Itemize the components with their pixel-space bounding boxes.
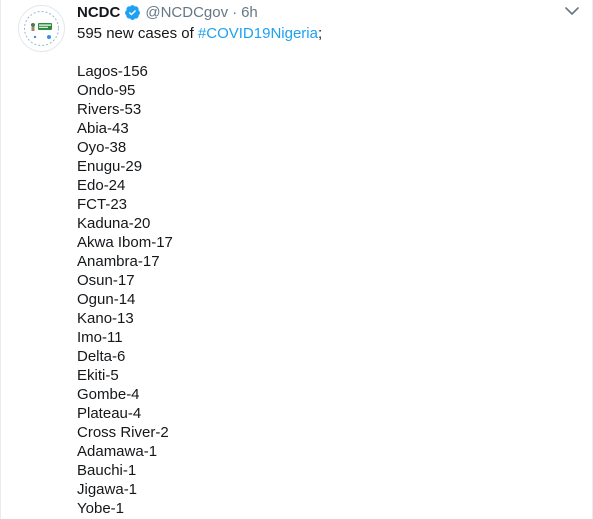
list-item: Abia-43 (77, 120, 129, 137)
list-item: Adamawa-1 (77, 443, 158, 460)
list-item: Imo-11 (77, 329, 123, 346)
list-item: Ondo-95 (77, 82, 136, 99)
list-item: Osun-17 (77, 272, 135, 289)
author-handle[interactable]: @NCDCgov (145, 4, 228, 21)
list-item: FCT-23 (77, 196, 128, 213)
ncdc-logo-icon (20, 7, 63, 50)
list-item: Bauchi-1 (77, 462, 137, 479)
chevron-down-icon[interactable] (564, 5, 580, 17)
tweet-intro: 595 new cases of #COVID19Nigeria; (77, 24, 322, 43)
list-item: Jigawa-1 (77, 481, 138, 498)
list-item: Akwa Ibom-17 (77, 234, 173, 251)
avatar[interactable] (18, 5, 65, 52)
hashtag-link[interactable]: #COVID19Nigeria (198, 25, 318, 42)
verified-badge-icon (125, 4, 141, 20)
list-item: Anambra-17 (77, 253, 160, 270)
tweet-text: 595 new cases of #COVID19Nigeria; Lagos-… (77, 24, 322, 518)
list-item: Cross River-2 (77, 424, 169, 441)
tweet-card[interactable]: NCDC @NCDCgov · 6h 595 new cases of #COV… (0, 0, 593, 519)
list-item: Delta-6 (77, 348, 126, 365)
list-item: Lagos-156 (77, 63, 148, 80)
case-list: Lagos-156 Ondo-95 Rivers-53 Abia-43 Oyo-38 En… (77, 62, 322, 518)
list-item: Gombe-4 (77, 386, 140, 403)
list-item: Kaduna-20 (77, 215, 151, 232)
list-item: Rivers-53 (77, 101, 142, 118)
intro-suffix: ; (317, 25, 323, 42)
display-name[interactable]: NCDC (77, 4, 120, 21)
list-item: Ogun-14 (77, 291, 136, 308)
list-item: Oyo-38 (77, 139, 127, 156)
list-item: Yobe-1 (77, 500, 124, 517)
list-item: Ekiti-5 (77, 367, 119, 384)
list-item: Kano-13 (77, 310, 134, 327)
list-item: Enugu-29 (77, 158, 143, 175)
tweet-timestamp[interactable]: 6h (241, 4, 258, 21)
tweet-header: NCDC @NCDCgov · 6h (77, 1, 258, 23)
intro-prefix: 595 new cases of (77, 25, 198, 42)
list-item: Plateau-4 (77, 405, 142, 422)
list-item: Edo-24 (77, 177, 126, 194)
separator-dot: · (232, 3, 238, 21)
